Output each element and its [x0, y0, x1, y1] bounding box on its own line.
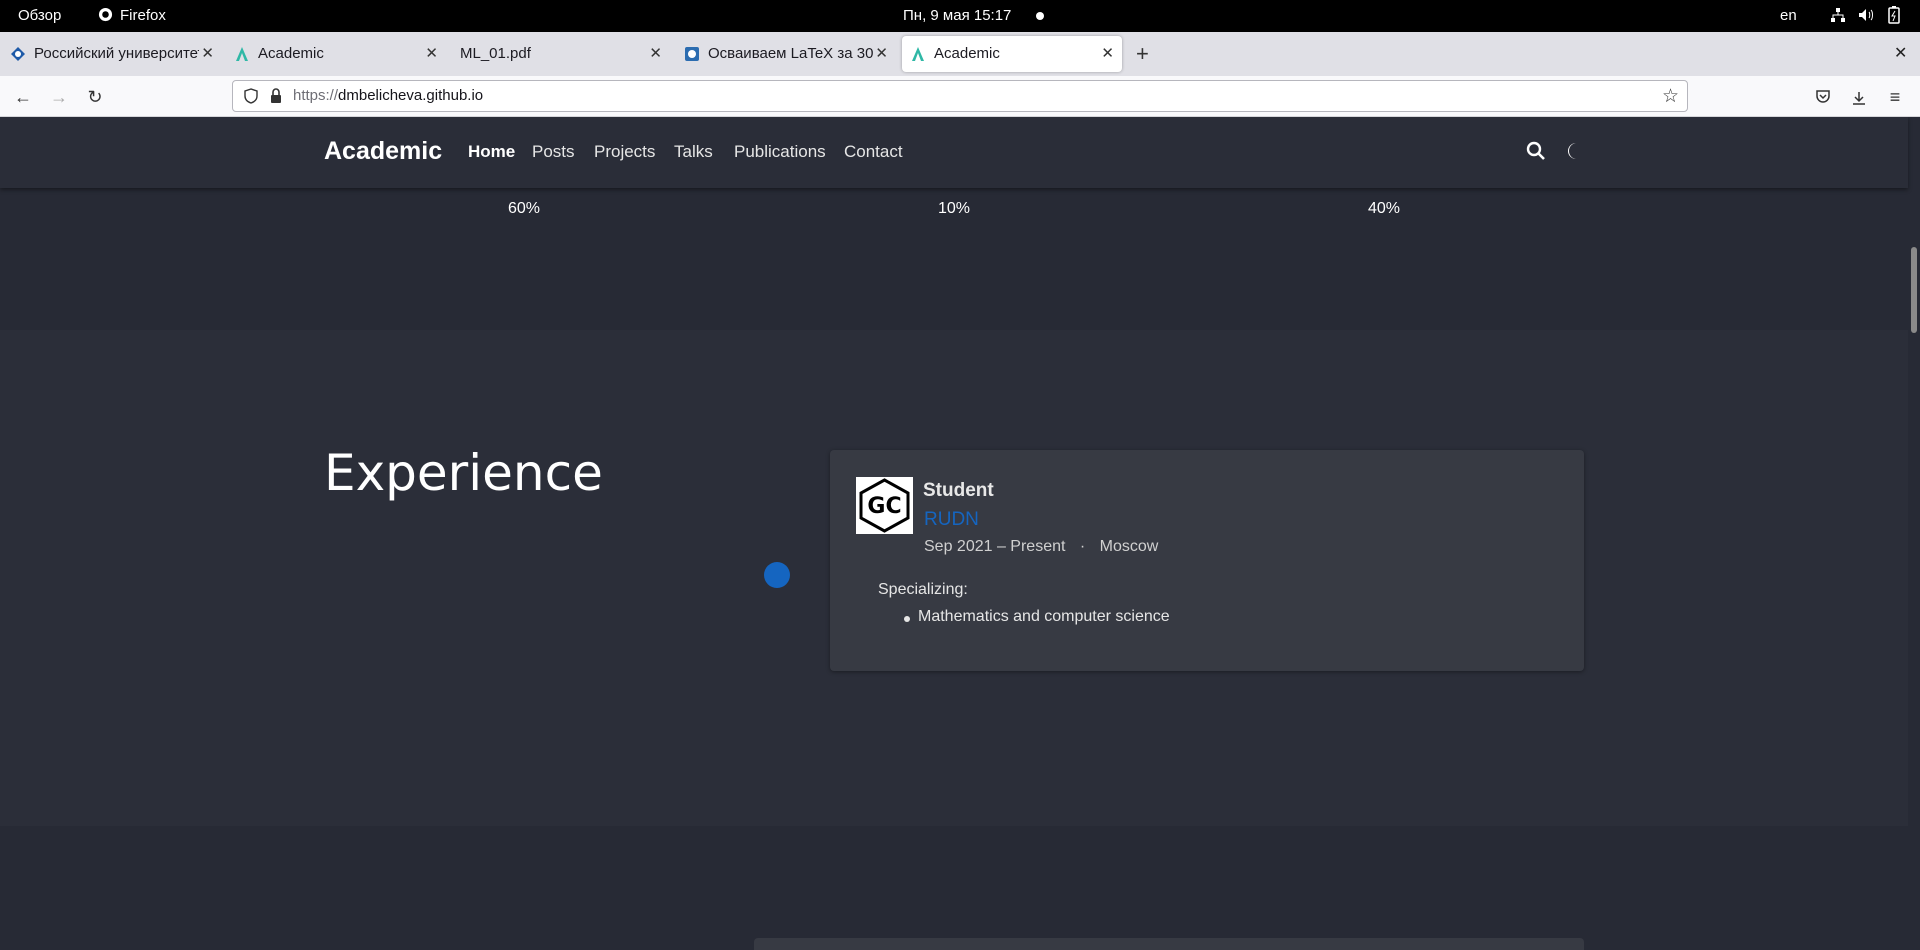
- tab-title: Осваиваем LaTeX за 30 м: [708, 45, 873, 62]
- clock[interactable]: Пн, 9 мая 15:17: [903, 0, 1011, 32]
- tab-title: Academic: [934, 45, 1000, 62]
- close-tab-icon[interactable]: ✕: [649, 36, 662, 72]
- experience-card: GC Student RUDN Sep 2021 – Present · Mos…: [830, 450, 1584, 671]
- close-tab-icon[interactable]: ✕: [201, 36, 214, 72]
- battery-icon[interactable]: [1888, 0, 1900, 32]
- url-bar[interactable]: https://dmbelicheva.github.io ☆: [232, 80, 1688, 112]
- experience-meta: Sep 2021 – Present · Moscow: [924, 538, 1158, 556]
- tab[interactable]: Российский университет ✕: [2, 36, 222, 72]
- page-scrollbar[interactable]: [1908, 117, 1920, 950]
- shield-icon[interactable]: [243, 88, 259, 109]
- browser-nav-bar: ← → ↻ https://dmbelicheva.github.io ☆ ≡: [0, 76, 1920, 117]
- activities-button[interactable]: Обзор: [18, 0, 61, 32]
- experience-location: Moscow: [1099, 538, 1159, 555]
- experience-role: Student: [923, 480, 994, 501]
- bullet-icon: [904, 616, 910, 622]
- nav-link-publications[interactable]: Publications: [734, 142, 826, 162]
- skill-percent: 60%: [508, 200, 541, 217]
- next-section: [0, 826, 1908, 950]
- forward-button[interactable]: →: [44, 82, 74, 112]
- experience-section: Experience GC Student RUDN Sep 2021 – Pr…: [0, 330, 1908, 826]
- bookmark-star-icon[interactable]: ☆: [1662, 85, 1679, 108]
- tab-title: Academic: [258, 45, 324, 62]
- skill-percent: 10%: [938, 200, 971, 217]
- page-content: Academic Home Posts Projects Talks Publi…: [0, 117, 1920, 950]
- scrollbar-thumb[interactable]: [1911, 247, 1917, 333]
- hamburger-menu-icon[interactable]: ≡: [1880, 82, 1910, 112]
- nav-link-contact[interactable]: Contact: [844, 142, 903, 162]
- next-section-card: [754, 938, 1584, 950]
- close-window-icon[interactable]: ✕: [1894, 40, 1907, 68]
- downloads-icon[interactable]: [1844, 82, 1874, 112]
- nav-link-projects[interactable]: Projects: [594, 142, 655, 162]
- tab-active[interactable]: Academic ✕: [902, 36, 1122, 72]
- search-icon[interactable]: [1526, 141, 1546, 166]
- site-navbar: Academic Home Posts Projects Talks Publi…: [0, 117, 1908, 188]
- experience-description-label: Specializing:: [878, 581, 968, 598]
- tab-title: Российский университет: [34, 45, 199, 62]
- academic-favicon-icon: [234, 46, 250, 62]
- tab[interactable]: ML_01.pdf ✕: [450, 36, 670, 72]
- meta-separator: ·: [1079, 538, 1086, 555]
- nav-link-home[interactable]: Home: [468, 142, 515, 162]
- rudn-favicon-icon: [10, 46, 26, 62]
- back-button[interactable]: ←: [8, 82, 38, 112]
- dark-mode-moon-icon[interactable]: [1566, 141, 1584, 166]
- url-text[interactable]: https://dmbelicheva.github.io: [293, 81, 483, 111]
- close-tab-icon[interactable]: ✕: [1101, 36, 1114, 72]
- reload-button[interactable]: ↻: [80, 82, 110, 112]
- network-icon[interactable]: [1830, 0, 1846, 32]
- keyboard-layout-indicator[interactable]: en: [1780, 0, 1797, 32]
- tab-title: ML_01.pdf: [460, 45, 531, 62]
- lock-icon[interactable]: [269, 88, 283, 109]
- nav-link-posts[interactable]: Posts: [532, 142, 575, 162]
- pocket-icon[interactable]: [1808, 82, 1838, 112]
- volume-icon[interactable]: [1858, 0, 1874, 32]
- experience-description-item: Mathematics and computer science: [918, 608, 1170, 625]
- tab[interactable]: Осваиваем LaTeX за 30 м ✕: [676, 36, 896, 72]
- skill-percent: 40%: [1368, 200, 1401, 217]
- logo-text: GC: [867, 494, 901, 519]
- firefox-app-icon: [98, 0, 113, 32]
- organization-logo: GC: [856, 477, 913, 534]
- experience-org-link[interactable]: RUDN: [924, 509, 979, 531]
- notification-dot-icon: [1036, 12, 1044, 20]
- skills-section: 60% 10% 40%: [0, 188, 1908, 330]
- section-title: Experience: [324, 444, 603, 502]
- close-tab-icon[interactable]: ✕: [875, 36, 888, 72]
- app-menu-button[interactable]: Firefox: [120, 0, 166, 32]
- timeline-dot: [764, 562, 790, 588]
- experience-dates: Sep 2021 – Present: [924, 538, 1066, 555]
- overleaf-favicon-icon: [684, 46, 700, 62]
- nav-link-talks[interactable]: Talks: [674, 142, 713, 162]
- new-tab-button[interactable]: +: [1136, 40, 1149, 68]
- site-brand-link[interactable]: Academic: [324, 137, 442, 166]
- academic-favicon-icon: [910, 46, 926, 62]
- system-top-bar: Обзор Firefox Пн, 9 мая 15:17 en: [0, 0, 1920, 32]
- tab[interactable]: Academic ✕: [226, 36, 446, 72]
- close-tab-icon[interactable]: ✕: [425, 36, 438, 72]
- browser-tab-strip: Российский университет ✕ Academic ✕ ML_0…: [0, 32, 1920, 76]
